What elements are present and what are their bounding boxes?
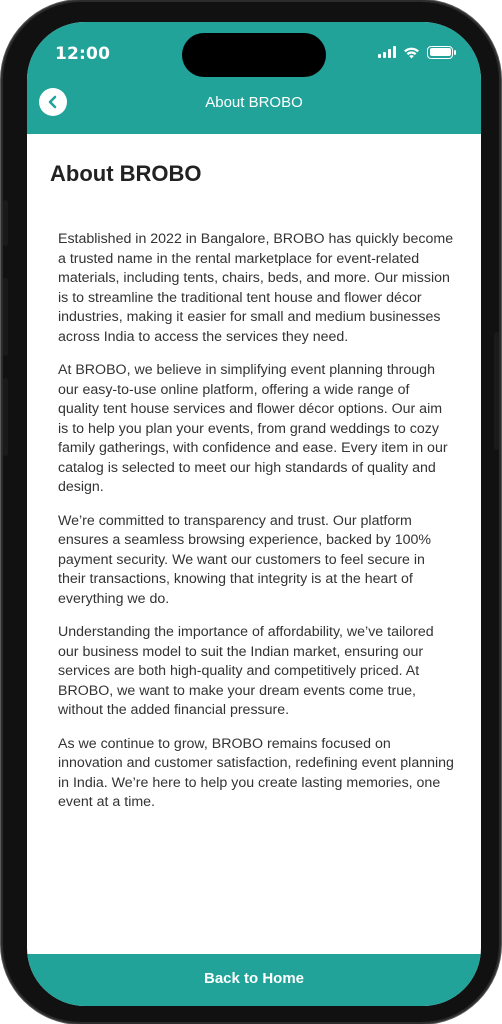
wifi-icon: [404, 47, 419, 58]
header-title: About BROBO: [205, 94, 303, 111]
footer-bar: Back to Home: [27, 954, 481, 1006]
app-header: 12:00 About BROBO: [27, 22, 481, 134]
status-time: 12:00: [55, 44, 111, 64]
dynamic-island: [182, 33, 326, 77]
paragraph: Established in 2022 in Bangalore, BROBO …: [58, 231, 454, 345]
battery-icon: [427, 45, 456, 59]
screen: 12:00 About BROBO About BROBO Establishe…: [27, 22, 481, 1006]
content-area[interactable]: About BROBO Established in 2022 in Banga…: [27, 134, 481, 954]
status-icons: [378, 44, 456, 60]
phone-frame: 12:00 About BROBO About BROBO Establishe…: [3, 2, 499, 1022]
paragraph: At BROBO, we believe in simplifying even…: [58, 362, 448, 495]
signal-icon: [378, 46, 396, 58]
about-text: Established in 2022 in Bangalore, BROBO …: [58, 230, 454, 827]
paragraph: We’re committed to transparency and trus…: [58, 512, 432, 607]
volume-down-button: [3, 378, 8, 456]
volume-up-button: [3, 278, 8, 356]
paragraph: Understanding the importance of affordab…: [58, 624, 434, 718]
power-button: [494, 332, 499, 450]
back-to-home-button[interactable]: Back to Home: [27, 970, 481, 987]
paragraph: As we continue to grow, BROBO remains fo…: [58, 735, 454, 811]
mute-switch: [3, 200, 8, 246]
page-title: About BROBO: [50, 161, 202, 186]
